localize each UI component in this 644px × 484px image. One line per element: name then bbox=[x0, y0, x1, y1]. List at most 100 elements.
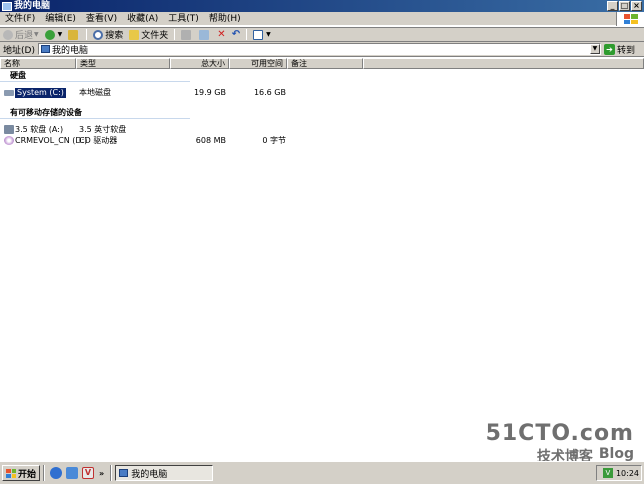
toolbar-separator bbox=[174, 29, 176, 40]
window-controls: _ □ × bbox=[607, 1, 642, 11]
item-name: CRMEVOL_CN (D:) bbox=[15, 136, 88, 145]
column-header-filler bbox=[363, 58, 644, 69]
chevron-down-icon: ▼ bbox=[57, 31, 63, 38]
cd-drive-icon bbox=[4, 136, 14, 145]
start-button[interactable]: 开始 bbox=[2, 465, 41, 481]
copy-to-icon bbox=[199, 29, 210, 40]
folders-label: 文件夹 bbox=[141, 31, 169, 41]
column-header-name[interactable]: 名称 bbox=[0, 58, 76, 69]
go-button[interactable]: ➔ 转到 bbox=[603, 43, 635, 56]
item-name: 3.5 软盘 (A:) bbox=[15, 125, 64, 134]
item-type: 3.5 英寸软盘 bbox=[79, 125, 127, 134]
file-list: 硬盘 System (C:) 本地磁盘 19.9 GB 16.6 GB 有可移动… bbox=[0, 69, 644, 465]
maximize-button[interactable]: □ bbox=[619, 1, 630, 11]
list-item[interactable]: CRMEVOL_CN (D:) CD 驱动器 608 MB 0 字节 bbox=[0, 136, 300, 147]
address-input[interactable]: 我的电脑 ▼ bbox=[37, 43, 601, 56]
undo-icon: ↶ bbox=[231, 29, 241, 40]
chevron-down-icon: ▼ bbox=[266, 31, 271, 38]
back-button[interactable]: 后退 ▼ bbox=[0, 28, 42, 41]
taskbar: 开始 V » 我的电脑 V 10:24 bbox=[0, 461, 644, 484]
standard-toolbar: 后退 ▼ ▼ 搜索 文件夹 ✕ ↶ ▼ bbox=[0, 27, 644, 42]
views-icon bbox=[253, 29, 264, 40]
clock[interactable]: 10:24 bbox=[616, 469, 639, 478]
back-arrow-icon bbox=[3, 29, 13, 40]
task-label: 我的电脑 bbox=[131, 469, 168, 480]
undo-button[interactable]: ↶ bbox=[229, 28, 243, 41]
delete-icon: ✕ bbox=[217, 29, 226, 40]
taskbar-divider bbox=[43, 465, 46, 481]
start-label: 开始 bbox=[18, 469, 37, 480]
menu-help[interactable]: 帮助(H) bbox=[204, 12, 246, 26]
folders-button[interactable]: 文件夹 bbox=[126, 28, 171, 41]
address-bar: 地址(D) 我的电脑 ▼ ➔ 转到 bbox=[0, 42, 644, 57]
my-computer-icon bbox=[119, 469, 129, 477]
menu-file[interactable]: 文件(F) bbox=[0, 12, 40, 26]
system-tray: V 10:24 bbox=[596, 465, 642, 481]
chevron-down-icon: ▼ bbox=[34, 31, 39, 38]
go-label: 转到 bbox=[616, 45, 635, 56]
item-free-space: 0 字节 bbox=[262, 136, 286, 145]
column-header-free[interactable]: 可用空间 bbox=[229, 58, 287, 69]
menu-favorites[interactable]: 收藏(A) bbox=[122, 12, 163, 26]
search-button[interactable]: 搜索 bbox=[90, 28, 126, 41]
show-desktop-icon[interactable] bbox=[66, 467, 79, 479]
hard-disk-icon bbox=[4, 90, 14, 96]
windows-logo-icon bbox=[616, 12, 644, 26]
internet-explorer-icon[interactable] bbox=[50, 467, 63, 479]
group-title-hard-disks: 硬盘 bbox=[10, 71, 26, 80]
column-header-comment[interactable]: 备注 bbox=[287, 58, 363, 69]
toolbar-separator bbox=[246, 29, 248, 40]
up-folder-icon bbox=[68, 29, 79, 40]
copy-to-button[interactable] bbox=[196, 28, 214, 41]
folder-icon bbox=[129, 29, 140, 40]
minimize-button[interactable]: _ bbox=[607, 1, 618, 11]
address-value: 我的电脑 bbox=[51, 45, 88, 56]
search-icon bbox=[93, 29, 104, 40]
column-headers: 名称 类型 总大小 可用空间 备注 bbox=[0, 58, 644, 69]
watermark: 51CTO.com 技术博客 Blog bbox=[486, 421, 634, 466]
list-item[interactable]: 3.5 软盘 (A:) 3.5 英寸软盘 bbox=[0, 125, 300, 136]
toolbar-separator bbox=[86, 29, 88, 40]
column-header-type[interactable]: 类型 bbox=[76, 58, 170, 69]
column-header-total[interactable]: 总大小 bbox=[170, 58, 229, 69]
item-name: System (C:) bbox=[14, 87, 67, 99]
go-arrow-icon: ➔ bbox=[603, 43, 615, 55]
item-free-space: 16.6 GB bbox=[253, 88, 286, 97]
menu-edit[interactable]: 编辑(E) bbox=[40, 12, 81, 26]
my-computer-icon bbox=[2, 1, 12, 11]
taskbar-divider bbox=[110, 465, 113, 481]
search-label: 搜索 bbox=[105, 31, 124, 41]
up-folder-button[interactable] bbox=[65, 28, 83, 41]
item-total-size: 19.9 GB bbox=[193, 88, 226, 97]
move-to-icon bbox=[181, 29, 192, 40]
group-divider bbox=[0, 118, 190, 119]
menu-view[interactable]: 查看(V) bbox=[81, 12, 122, 26]
menu-bar: 文件(F) 编辑(E) 查看(V) 收藏(A) 工具(T) 帮助(H) bbox=[0, 12, 644, 26]
delete-button[interactable]: ✕ bbox=[214, 28, 228, 41]
watermark-line1: 51CTO.com bbox=[485, 421, 634, 446]
vmware-icon[interactable]: V bbox=[82, 467, 95, 479]
vmware-tools-icon[interactable]: V bbox=[602, 468, 613, 478]
group-divider bbox=[0, 81, 190, 82]
move-to-button[interactable] bbox=[178, 28, 196, 41]
taskbar-window-button[interactable]: 我的电脑 bbox=[115, 465, 214, 481]
address-dropdown-button[interactable]: ▼ bbox=[589, 44, 600, 54]
floppy-drive-icon bbox=[4, 125, 14, 134]
title-bar[interactable]: 我的电脑 _ □ × bbox=[0, 0, 644, 12]
item-total-size: 608 MB bbox=[195, 136, 226, 145]
quick-launch-more-button[interactable]: » bbox=[99, 469, 104, 478]
item-type: CD 驱动器 bbox=[79, 136, 118, 145]
views-button[interactable]: ▼ bbox=[250, 28, 274, 41]
close-button[interactable]: × bbox=[631, 1, 642, 11]
back-label: 后退 bbox=[15, 31, 34, 41]
forward-arrow-icon bbox=[44, 29, 55, 40]
address-label: 地址(D) bbox=[3, 45, 35, 56]
list-item[interactable]: System (C:) 本地磁盘 19.9 GB 16.6 GB bbox=[0, 87, 300, 99]
menu-tools[interactable]: 工具(T) bbox=[163, 12, 204, 26]
my-computer-icon bbox=[40, 45, 50, 53]
forward-button[interactable]: ▼ bbox=[42, 28, 66, 41]
group-title-removable: 有可移动存储的设备 bbox=[10, 108, 82, 117]
item-type: 本地磁盘 bbox=[79, 88, 111, 97]
windows-logo-icon bbox=[6, 468, 16, 478]
window-title: 我的电脑 bbox=[14, 1, 51, 11]
